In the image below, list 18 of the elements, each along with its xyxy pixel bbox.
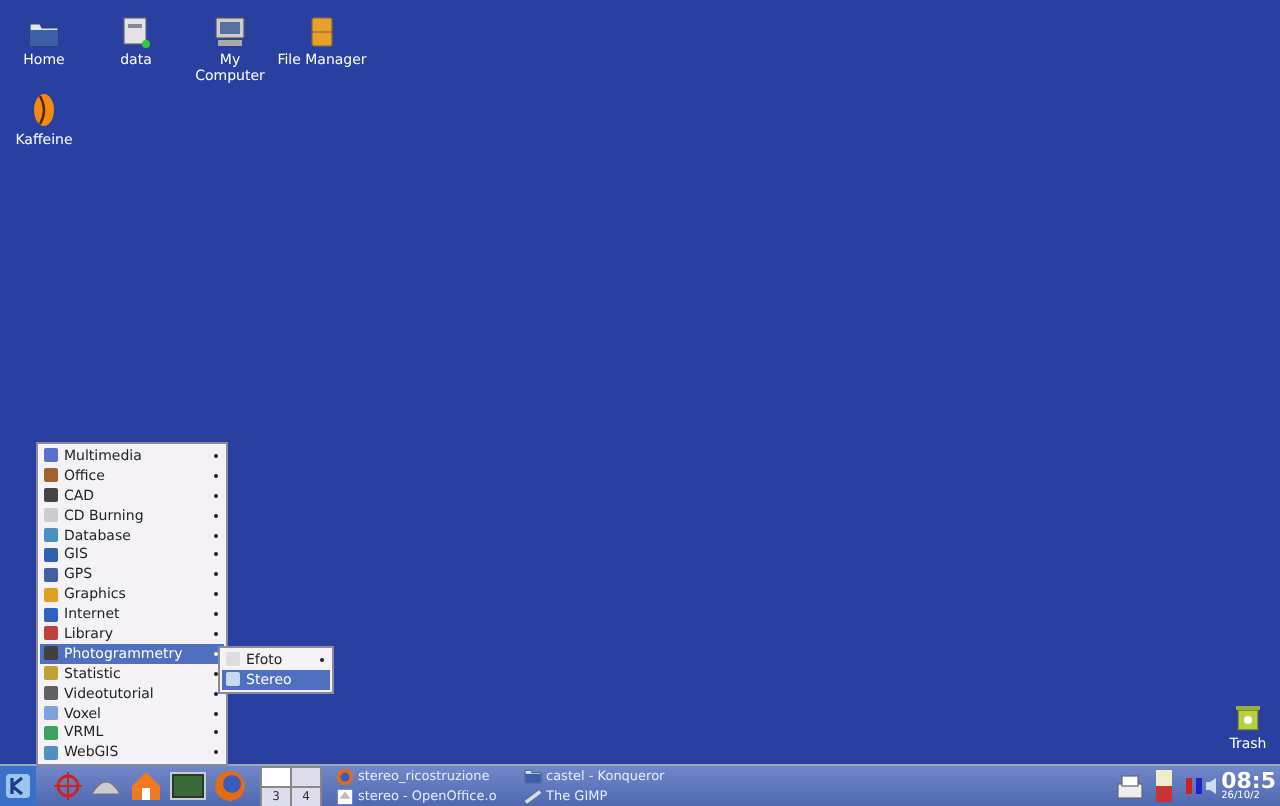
desktop-pager-cell[interactable]: [292, 767, 320, 785]
printer-icon[interactable]: [1115, 773, 1144, 799]
browser-icon: [336, 767, 354, 785]
brush-icon: [524, 787, 542, 805]
clock-time: 08:5: [1221, 770, 1276, 792]
document-icon: [336, 787, 354, 805]
trash-icon[interactable]: [1236, 704, 1260, 732]
cabinet-icon[interactable]: [310, 16, 334, 48]
player-icon[interactable]: [32, 92, 56, 128]
drive-icon[interactable]: [122, 16, 150, 48]
terminal-icon[interactable]: [170, 772, 206, 800]
tray-status-icon[interactable]: [1183, 776, 1216, 796]
computer-icon[interactable]: [214, 16, 246, 48]
folder-icon[interactable]: [28, 20, 60, 48]
desktop-pager-cell[interactable]: [262, 767, 290, 785]
folder-icon: [524, 768, 542, 784]
start-menu-icon[interactable]: [4, 772, 32, 800]
home-icon[interactable]: [130, 770, 162, 802]
